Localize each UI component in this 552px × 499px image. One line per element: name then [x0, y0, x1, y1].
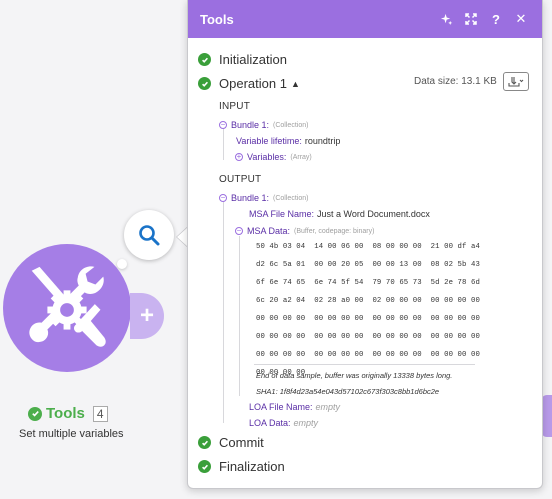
tree-type: (Array) — [290, 153, 312, 161]
tree-type: (Buffer, codepage: binary) — [294, 227, 375, 235]
tree-line — [239, 236, 240, 396]
end-of-data-note: End of data sample, buffer was originall… — [256, 371, 453, 380]
section-initialization[interactable]: Initialization — [198, 52, 287, 67]
output-loa-data: LOA Data: empty — [249, 418, 318, 428]
input-variable-lifetime: Variable lifetime: roundtrip — [236, 136, 340, 146]
tree-key: Bundle 1: — [231, 193, 270, 203]
tree-key: LOA Data: — [249, 418, 291, 428]
tools-module[interactable] — [3, 244, 131, 372]
bubble-dot — [117, 259, 127, 269]
output-heading: OUTPUT — [219, 174, 262, 185]
tree-value: Just a Word Document.docx — [317, 209, 430, 219]
tree-value: empty — [315, 402, 341, 412]
input-heading: INPUT — [219, 101, 250, 112]
inspector-bubble[interactable] — [124, 210, 174, 260]
module-name: Tools — [46, 405, 85, 422]
hex-row: 00 00 00 00 00 00 00 00 00 00 00 00 00 0… — [256, 333, 480, 341]
module-label: Tools 4 — [28, 405, 108, 422]
expand-icon[interactable] — [460, 8, 482, 30]
hex-row: 6f 6e 74 65 6e 74 5f 54 79 70 65 73 5d 2… — [256, 279, 480, 287]
tree-line — [223, 201, 224, 423]
check-icon — [198, 436, 211, 449]
add-module-button[interactable]: + — [130, 293, 164, 339]
hex-row: 00 00 00 00 00 00 00 00 00 00 00 00 00 0… — [256, 315, 480, 323]
tree-key: Variable lifetime: — [236, 136, 302, 146]
module-id-badge: 4 — [92, 405, 108, 422]
collapse-icon[interactable]: − — [235, 227, 243, 235]
tree-type: (Collection) — [273, 194, 309, 202]
download-button[interactable] — [503, 72, 529, 91]
search-icon — [139, 225, 160, 246]
section-label: Operation 1 — [219, 76, 287, 91]
output-loa-file-name: LOA File Name: empty — [249, 402, 340, 412]
sha1-hash: SHA1: 1f8f4d23a54e043d57102c673f303c8bb1… — [256, 387, 440, 396]
plus-icon: + — [139, 302, 154, 329]
hex-row: 00 00 00 00 00 00 00 00 00 00 00 00 00 0… — [256, 351, 480, 359]
tree-value: roundtrip — [304, 136, 341, 146]
output-bundle[interactable]: − Bundle 1: (Collection) — [219, 193, 308, 203]
section-operation[interactable]: Operation 1 ▲ — [198, 76, 300, 91]
tree-line — [223, 128, 224, 160]
section-label: Finalization — [219, 459, 285, 474]
download-icon — [508, 77, 524, 87]
input-bundle[interactable]: − Bundle 1: (Collection) — [219, 120, 308, 130]
section-label: Initialization — [219, 52, 287, 67]
hex-row: d2 6c 5a 01 00 00 20 05 00 00 13 00 08 0… — [256, 261, 480, 269]
output-panel: Tools ? ✕ Initialization Operation 1 ▲ D… — [187, 0, 543, 489]
close-icon[interactable]: ✕ — [510, 8, 532, 30]
help-icon[interactable]: ? — [485, 8, 507, 30]
hex-row: 6c 20 a2 04 02 28 a0 00 02 00 00 00 00 0… — [256, 297, 480, 305]
output-msa-data[interactable]: − MSA Data: (Buffer, codepage: binary) — [235, 226, 374, 236]
collapse-caret-icon[interactable]: ▲ — [291, 79, 300, 89]
sparkle-icon[interactable] — [435, 8, 457, 30]
tools-icon — [29, 266, 106, 347]
module-description: Set multiple variables — [19, 428, 124, 440]
tree-key: Variables: — [247, 152, 287, 162]
divider — [254, 364, 475, 365]
check-icon — [198, 460, 211, 473]
check-icon — [28, 406, 42, 421]
panel-header: Tools ? ✕ — [188, 0, 542, 38]
section-finalization[interactable]: Finalization — [198, 459, 285, 474]
section-label: Commit — [219, 435, 264, 450]
collapse-icon[interactable]: − — [219, 194, 227, 202]
tree-key: MSA File Name: — [249, 209, 315, 219]
data-size: Data size: 13.1 KB — [414, 76, 497, 87]
output-msa-file-name: MSA File Name: Just a Word Document.docx — [249, 209, 430, 219]
section-commit[interactable]: Commit — [198, 435, 264, 450]
panel-title: Tools — [200, 11, 234, 27]
input-variables[interactable]: + Variables: (Array) — [235, 152, 312, 162]
hex-row: 50 4b 03 04 14 00 06 00 08 00 00 00 21 0… — [256, 243, 480, 251]
check-icon — [198, 77, 211, 90]
tree-key: LOA File Name: — [249, 402, 313, 412]
collapse-icon[interactable]: − — [219, 121, 227, 129]
tree-type: (Collection) — [273, 121, 309, 129]
tree-value: empty — [293, 418, 319, 428]
tree-key: Bundle 1: — [231, 120, 270, 130]
tree-key: MSA Data: — [247, 226, 291, 236]
expand-icon[interactable]: + — [235, 153, 243, 161]
check-icon — [198, 53, 211, 66]
